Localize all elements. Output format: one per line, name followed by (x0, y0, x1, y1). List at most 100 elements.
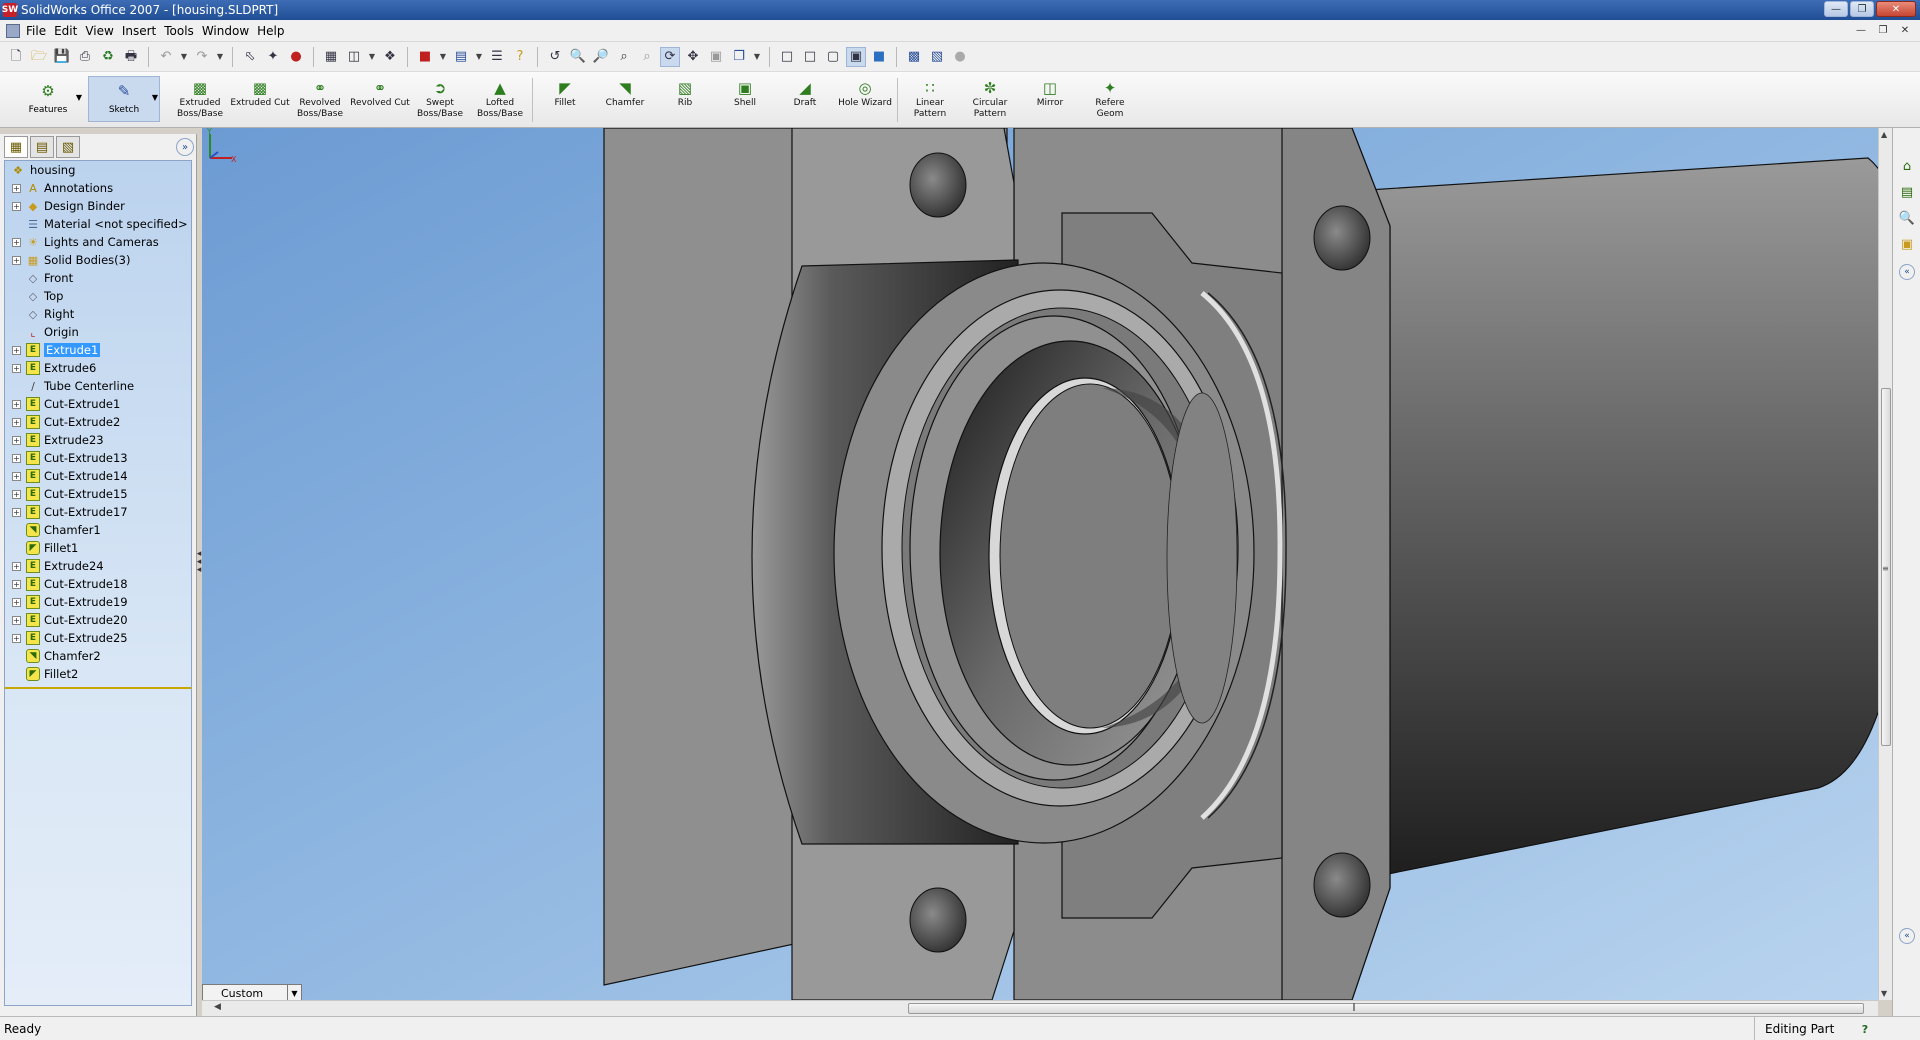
graphics-area[interactable]: Y X Custom ▼ (202, 128, 1878, 1000)
expand-icon[interactable]: + (12, 597, 21, 607)
rebuild-icon[interactable]: ♻ (98, 47, 118, 67)
redo-dropdown-icon[interactable]: ▼ (215, 47, 225, 67)
roll-view-icon[interactable]: ▣ (706, 47, 726, 67)
chevron-down-icon[interactable]: ▼ (287, 985, 301, 1000)
view-palette-icon[interactable]: ▣ (1897, 234, 1917, 254)
propertymanager-tab-icon[interactable]: ▤ (30, 136, 54, 158)
zoom-to-fit-icon[interactable]: 🔍 (568, 47, 588, 67)
tree-item-cut-extrude19[interactable]: + E Cut-Extrude19 (5, 593, 191, 611)
tree-item-cut-extrude15[interactable]: + E Cut-Extrude15 (5, 485, 191, 503)
bolt-hole-left-bottom[interactable] (909, 887, 967, 953)
tab-sketch-dropdown-icon[interactable]: ▼ (152, 93, 158, 102)
menu-help[interactable]: Help (257, 24, 292, 38)
expand-panel-icon[interactable]: » (176, 138, 194, 156)
expand-task-pane-icon[interactable]: « (1899, 264, 1915, 280)
collapse-task-pane-icon[interactable]: « (1899, 928, 1915, 944)
horizontal-scrollbar[interactable]: ◀ ‖ (202, 1000, 1878, 1016)
tree-item-cut-extrude2[interactable]: + E Cut-Extrude2 (5, 413, 191, 431)
bolt-hole-left-top[interactable] (909, 152, 967, 218)
expand-icon[interactable]: + (12, 417, 21, 427)
help-icon[interactable]: ? (510, 47, 530, 67)
print-preview-icon[interactable]: 🖶 (121, 47, 141, 67)
tree-item-chamfer1[interactable]: ◥ Chamfer1 (5, 521, 191, 539)
section-view-icon[interactable]: ▧ (927, 47, 947, 67)
reference-geometry-button[interactable]: ✦ Refere Geom (1080, 76, 1140, 124)
tree-item-cut-extrude13[interactable]: + E Cut-Extrude13 (5, 449, 191, 467)
hole-wizard-button[interactable]: ◎ Hole Wizard (835, 76, 895, 124)
tree-item-design-binder[interactable]: + ◆ Design Binder (5, 197, 191, 215)
tree-item-origin[interactable]: ⌞ Origin (5, 323, 191, 341)
document-icon[interactable] (6, 23, 20, 38)
expand-icon[interactable]: + (12, 471, 21, 481)
mirror-button[interactable]: ◫ Mirror (1020, 76, 1080, 124)
expand-icon[interactable]: + (12, 561, 21, 571)
tree-item-material-not-specified[interactable]: ☰ Material <not specified> (5, 215, 191, 233)
minimize-icon[interactable]: — (1824, 1, 1848, 17)
wireframe-icon[interactable]: □ (777, 47, 797, 67)
maximize-icon[interactable]: ❐ (1850, 1, 1874, 17)
tube-body[interactable] (1367, 157, 1878, 879)
expand-icon[interactable]: + (12, 201, 21, 211)
save-icon[interactable]: 💾 (52, 47, 72, 67)
draft-button[interactable]: ◢ Draft (775, 76, 835, 124)
tree-item-cut-extrude20[interactable]: + E Cut-Extrude20 (5, 611, 191, 629)
shaded-icon[interactable]: ■ (869, 47, 889, 67)
linear-pattern-button[interactable]: ∷ Linear Pattern (900, 76, 960, 124)
tree-item-annotations[interactable]: + A Annotations (5, 179, 191, 197)
housing-model[interactable] (202, 128, 1878, 1000)
tab-features[interactable]: ⚙ Features ▼ (12, 76, 84, 122)
tree-item-lights-and-cameras[interactable]: + ☀ Lights and Cameras (5, 233, 191, 251)
bolt-hole-right-top[interactable] (1313, 205, 1371, 271)
close-icon[interactable]: ✕ (1876, 1, 1916, 17)
doc-restore-icon[interactable]: ❐ (1876, 23, 1890, 37)
help-icon[interactable]: ? (1856, 1020, 1874, 1038)
tree-item-tube-centerline[interactable]: ∕ Tube Centerline (5, 377, 191, 395)
menu-view[interactable]: View (85, 24, 121, 38)
expand-icon[interactable]: + (12, 183, 21, 193)
expand-icon[interactable]: + (12, 345, 21, 355)
shaded-with-edges-icon[interactable]: ▣ (846, 46, 866, 67)
options-dropdown-icon[interactable]: ▼ (474, 47, 484, 67)
tree-item-cut-extrude1[interactable]: + E Cut-Extrude1 (5, 395, 191, 413)
vertical-scrollbar[interactable]: ▲ ≡ ▼ (1878, 128, 1892, 1000)
expand-icon[interactable]: + (12, 615, 21, 625)
expand-icon[interactable]: + (12, 579, 21, 589)
fillet-button[interactable]: ◤ Fillet (535, 76, 595, 124)
tree-item-solid-bodies-3[interactable]: + ▦ Solid Bodies(3) (5, 251, 191, 269)
design-library-icon[interactable]: ▤ (1897, 182, 1917, 202)
tab-sketch[interactable]: ✎ Sketch ▼ (88, 76, 160, 122)
bolt-hole-right-bottom[interactable] (1313, 852, 1371, 918)
select-arrow-icon[interactable]: ⬁ (240, 47, 260, 67)
swept-boss-button[interactable]: ➲ Swept Boss/Base (410, 76, 470, 124)
grid-icon[interactable]: ▦ (321, 47, 341, 67)
undo-dropdown-icon[interactable]: ▼ (179, 47, 189, 67)
expand-icon[interactable]: + (12, 507, 21, 517)
tree-item-right[interactable]: ◇ Right (5, 305, 191, 323)
undo-icon[interactable]: ↶ (156, 47, 176, 67)
previous-view-icon[interactable]: ↺ (545, 47, 565, 67)
traffic-light-icon[interactable]: ● (286, 47, 306, 67)
menu-insert[interactable]: Insert (122, 24, 164, 38)
extruded-boss-button[interactable]: ▩ Extruded Boss/Base (170, 76, 230, 124)
cube-icon[interactable]: ■ (415, 47, 435, 67)
scroll-left-icon[interactable]: ◀ (214, 1002, 221, 1012)
shell-button[interactable]: ▣ Shell (715, 76, 775, 124)
scroll-up-icon[interactable]: ▲ (1881, 130, 1887, 139)
print-icon[interactable]: ⎙ (75, 47, 95, 67)
expand-icon[interactable]: + (12, 453, 21, 463)
rotate-view-icon[interactable]: ⟳ (660, 46, 680, 67)
featuremanager-tab-icon[interactable]: ▦ (4, 136, 28, 158)
tab-features-dropdown-icon[interactable]: ▼ (76, 93, 82, 102)
standard-views-dropdown-icon[interactable]: ▼ (752, 47, 762, 67)
view-orientation-dropdown[interactable]: Custom ▼ (202, 984, 302, 1000)
standard-views-icon[interactable]: ❐ (729, 47, 749, 67)
lofted-boss-button[interactable]: ▲ Lofted Boss/Base (470, 76, 530, 124)
pan-icon[interactable]: ✥ (683, 47, 703, 67)
menu-tools[interactable]: Tools (164, 24, 202, 38)
horizontal-scroll-thumb[interactable] (908, 1003, 1864, 1014)
tree-item-extrude23[interactable]: + E Extrude23 (5, 431, 191, 449)
shadows-icon[interactable]: ▩ (904, 47, 924, 67)
tree-item-cut-extrude14[interactable]: + E Cut-Extrude14 (5, 467, 191, 485)
expand-icon[interactable]: + (12, 237, 21, 247)
chamfer-button[interactable]: ◥ Chamfer (595, 76, 655, 124)
